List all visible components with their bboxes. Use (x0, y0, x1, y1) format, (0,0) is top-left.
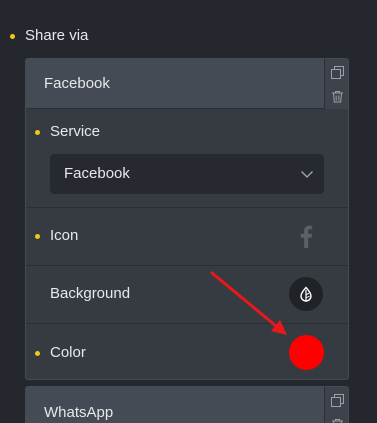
repeater-item-header[interactable]: WhatsApp (26, 387, 348, 423)
duplicate-button[interactable] (325, 388, 349, 412)
repeater-item-whatsapp: WhatsApp (25, 386, 349, 423)
duplicate-icon (330, 393, 344, 407)
delete-button[interactable] (325, 412, 349, 423)
repeater-item-actions (324, 387, 348, 423)
repeater-item-title: WhatsApp (44, 404, 114, 421)
annotation-arrow (210, 271, 287, 335)
trash-icon (331, 418, 343, 423)
